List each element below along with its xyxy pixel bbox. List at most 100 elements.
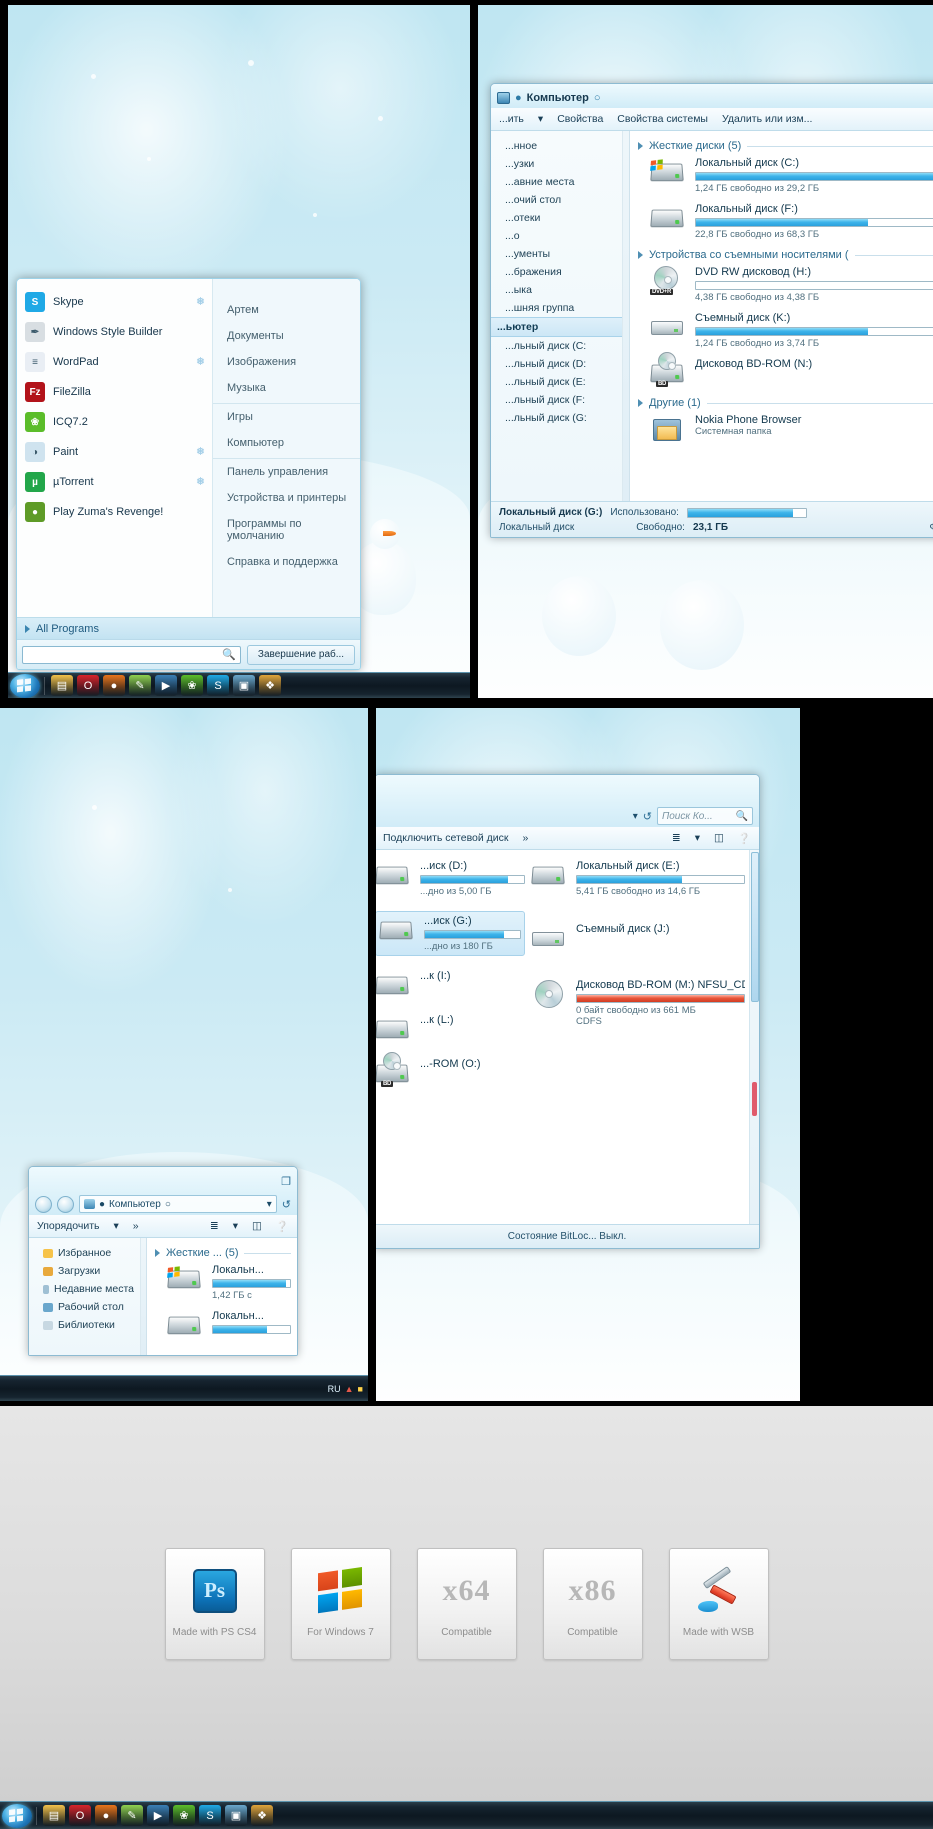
nav-item[interactable]: ...нное [491,137,622,155]
start-orb-button[interactable] [2,1803,32,1828]
window-titlebar[interactable]: ● Компьютер ○ [497,88,933,108]
help-icon[interactable]: ❔ [738,832,751,845]
icq-icon[interactable]: ❀ [173,1805,195,1826]
forward-button[interactable] [57,1195,74,1213]
drive-item[interactable]: Съемный диск (K:) 1,24 ГБ свободно из 3,7… [650,312,933,349]
start-orb-button[interactable] [10,673,40,698]
small-explorer-toolbar[interactable]: Упорядочить ▾ » ≣ ▾ ◫ ❔ [29,1215,297,1238]
nav-item[interactable]: Загрузки [29,1262,140,1280]
chevron-down-icon[interactable]: ▾ [538,113,543,125]
nav-item[interactable]: ...льный диск (E: [491,373,622,391]
pin-snowflake-icon[interactable]: ❅ [195,476,206,488]
tray-language-indicator[interactable]: RU [328,1384,341,1394]
vertical-scrollbar[interactable] [749,850,759,1224]
toolbar-button[interactable]: Удалить или изм... [722,113,812,125]
opera-icon[interactable]: O [77,675,99,696]
pin-snowflake-icon[interactable] [195,417,206,428]
organize-chevron-icon[interactable]: ▾ [113,1220,118,1232]
taskbar-global[interactable]: ▤ O ● ✎ ▶ ❀ S ▣ ❖ [0,1801,933,1829]
view-chevron-icon[interactable]: ▾ [233,1220,238,1232]
small-explorer-window[interactable]: ❐ ● Компьютер ○ ▾ ↺ Упорядочить ▾ » ≣ ▾ … [28,1166,298,1356]
drive-item[interactable]: ...иск (D:) ...дно из 5,00 ГБ [376,860,525,897]
scrollbar-thumb[interactable] [751,852,759,1002]
notepad-icon[interactable]: ✎ [121,1805,143,1826]
start-menu-item[interactable]: S Skype ❅ [17,287,212,317]
drive-item[interactable]: Локальный диск (C:) 1,24 ГБ свободно из 2… [650,157,933,194]
nav-item[interactable]: ...льный диск (F: [491,391,622,409]
drive-item[interactable]: Локальный диск (E:) 5,41 ГБ свободно из 1… [531,860,745,897]
skype-icon[interactable]: S [207,675,229,696]
nav-item[interactable]: Недавние места [29,1280,140,1298]
drive-item[interactable]: ...к (I:) [376,970,525,1000]
nav-item[interactable]: ...о [491,227,622,245]
wide-explorer-window[interactable]: ▾ ↺ Поиск Ко... 🔍 Подключить сетевой дис… [376,774,760,1249]
start-menu-item[interactable]: Fz FileZilla [17,377,212,407]
drive-item[interactable]: Локальн... [167,1310,291,1340]
tray-icon-yellow[interactable]: ■ [358,1384,363,1394]
navigation-pane[interactable]: Избранное Загрузки Недавние места Рабочий с… [29,1238,141,1355]
wide-explorer-toolbar[interactable]: Подключить сетевой диск » ≣ ▾ ◫ ❔ [376,827,759,850]
nav-item[interactable]: ...очий стол [491,191,622,209]
nav-item[interactable]: ...шняя группа [491,299,622,317]
pane-splitter[interactable] [623,131,630,501]
game-icon[interactable]: ❖ [259,675,281,696]
nav-item[interactable]: ...отеки [491,209,622,227]
computer-toolbar[interactable]: ...ить ▾ Свойства Свойства системы Удалить и… [491,108,933,131]
nav-item[interactable]: ...узки [491,155,622,173]
view-icon[interactable]: ≣ [210,1220,219,1232]
pin-snowflake-icon[interactable]: ❅ [195,446,206,458]
drive-item[interactable]: ...к (L:) [376,1014,525,1044]
firefox-icon[interactable]: ● [103,675,125,696]
nav-item[interactable]: Рабочий стол [29,1298,140,1316]
nav-item[interactable]: ...бражения [491,263,622,281]
taskbar-q1[interactable]: ▤ O ● ✎ ▶ ❀ S ▣ ❖ [8,672,470,698]
start-menu-place-item[interactable]: Справка и поддержка [213,549,360,575]
start-menu-item[interactable]: ◑ Paint ❅ [17,437,212,467]
nav-item[interactable]: ...льный диск (D: [491,355,622,373]
nav-item[interactable]: Избранное [29,1244,140,1262]
drive-item[interactable]: Съемный диск (J:) [531,923,745,953]
start-menu-item[interactable]: ≡ WordPad ❅ [17,347,212,377]
start-menu-place-item[interactable]: Компьютер [213,430,360,456]
drive-list[interactable]: Жесткие диски (5) Локальный диск (C:) 1,24… [630,131,933,501]
start-menu-item[interactable]: ❀ ICQ7.2 [17,407,212,437]
back-button[interactable] [35,1195,52,1213]
refresh-icon[interactable]: ↺ [282,1198,291,1211]
screen-icon[interactable]: ▣ [233,675,255,696]
drive-column-left[interactable]: ...иск (D:) ...дно из 5,00 ГБ ...иск (G:).… [376,860,525,1220]
notepad-icon[interactable]: ✎ [129,675,151,696]
firefox-icon[interactable]: ● [95,1805,117,1826]
view-icon[interactable]: ≣ [672,832,681,844]
start-menu-place-item[interactable]: Артем [213,297,360,323]
search-input[interactable]: Поиск Ко... 🔍 [657,807,753,825]
drive-item[interactable]: Локальн... 1,42 ГБ с [167,1264,291,1301]
system-tray[interactable]: RU ▲ ■ [328,1384,368,1394]
explorer-folder-icon[interactable]: ▤ [43,1805,65,1826]
group-header[interactable]: Другие (1) [638,397,933,409]
pin-snowflake-icon[interactable] [195,387,206,398]
drive-item[interactable]: BD ...-ROM (O:) [376,1052,525,1088]
nav-item[interactable]: ...льный диск (G: [491,409,622,427]
nav-item[interactable]: ...авние места [491,173,622,191]
start-menu-place-item[interactable]: Игры [213,403,360,430]
help-icon[interactable]: ❔ [276,1220,289,1233]
pin-snowflake-icon[interactable] [195,507,206,518]
overflow-button[interactable]: » [133,1220,139,1232]
explorer-folder-icon[interactable]: ▤ [51,675,73,696]
media-player-icon[interactable]: ▶ [147,1805,169,1826]
chevron-down-icon[interactable]: ▾ [633,811,638,822]
view-chevron-icon[interactable]: ▾ [695,832,700,844]
start-menu-search-input[interactable]: 🔍 [22,645,241,664]
start-menu-place-item[interactable]: Изображения [213,349,360,375]
refresh-icon[interactable]: ↺ [643,810,652,823]
preview-pane-icon[interactable]: ◫ [714,832,724,844]
pin-snowflake-icon[interactable]: ❅ [195,356,206,368]
preview-pane-icon[interactable]: ◫ [252,1220,262,1232]
start-menu-place-item[interactable]: Панель управления [213,458,360,485]
nav-item[interactable]: ...ументы [491,245,622,263]
nav-item[interactable]: ...ьютер [491,317,622,337]
media-player-icon[interactable]: ▶ [155,675,177,696]
drive-list[interactable]: Жесткие ... (5) Локальн... 1,42 ГБ с Локаль… [147,1238,297,1355]
group-header[interactable]: Устройства со съемными носителями ( [638,249,933,261]
toolbar-button[interactable]: ...ить [499,113,524,125]
